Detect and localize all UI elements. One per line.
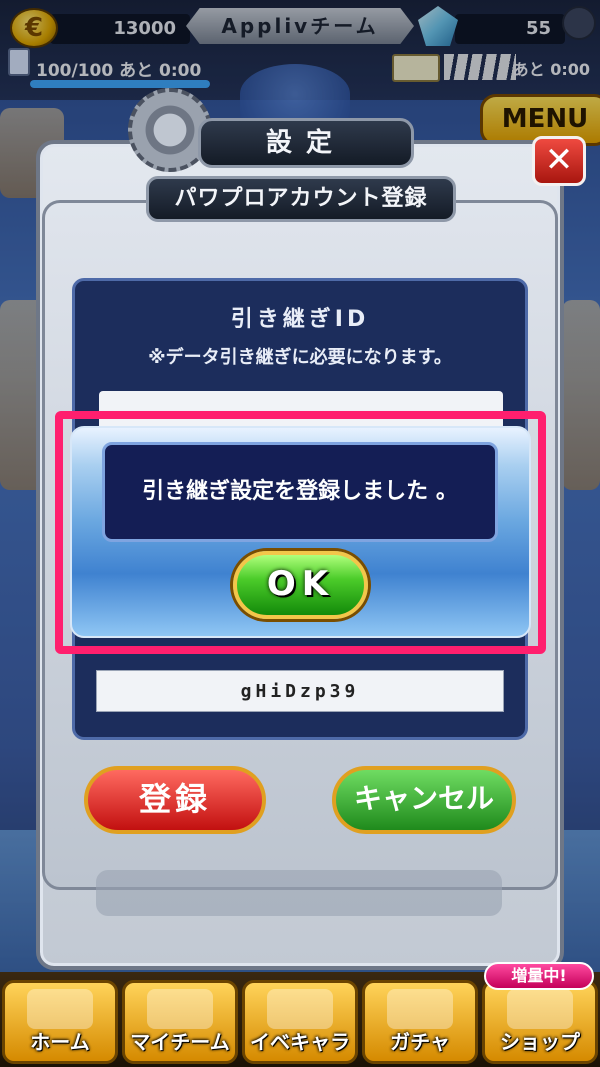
cancel-button[interactable]: キャンセル: [332, 766, 516, 834]
gacha-icon: [387, 989, 453, 1029]
transfer-id-label: 引き継ぎID: [230, 307, 370, 332]
nav-label: ショップ: [500, 1030, 580, 1054]
nav-gacha[interactable]: ガチャ: [362, 980, 478, 1064]
nav-label: イベキャラ: [250, 1030, 350, 1054]
close-button[interactable]: ✕: [532, 136, 586, 186]
transfer-id-note: ※データ引き継ぎに必要になります。: [148, 347, 452, 368]
nav-label: ガチャ: [390, 1030, 450, 1054]
dialog-message: 引き継ぎ設定を登録しました 。: [102, 442, 498, 542]
account-register-title: パワプロアカウント登録: [146, 176, 456, 222]
register-button[interactable]: 登録: [84, 766, 266, 834]
shop-icon: [507, 989, 573, 1029]
nav-event-chara[interactable]: イベキャラ: [242, 980, 358, 1064]
nav-label: ホーム: [30, 1030, 90, 1054]
background-button: [96, 870, 502, 916]
home-icon: [27, 989, 93, 1029]
settings-title: 設定: [198, 118, 414, 168]
nav-shop[interactable]: ショップ: [482, 980, 598, 1064]
nav-home[interactable]: ホーム: [2, 980, 118, 1064]
ok-button[interactable]: OK: [233, 551, 368, 619]
nav-my-team[interactable]: マイチーム: [122, 980, 238, 1064]
password-field[interactable]: gHiDzp39: [96, 670, 504, 712]
team-icon: [147, 989, 213, 1029]
nav-label: マイチーム: [130, 1030, 230, 1054]
shop-badge: 増量中!: [484, 962, 594, 990]
event-icon: [267, 989, 333, 1029]
